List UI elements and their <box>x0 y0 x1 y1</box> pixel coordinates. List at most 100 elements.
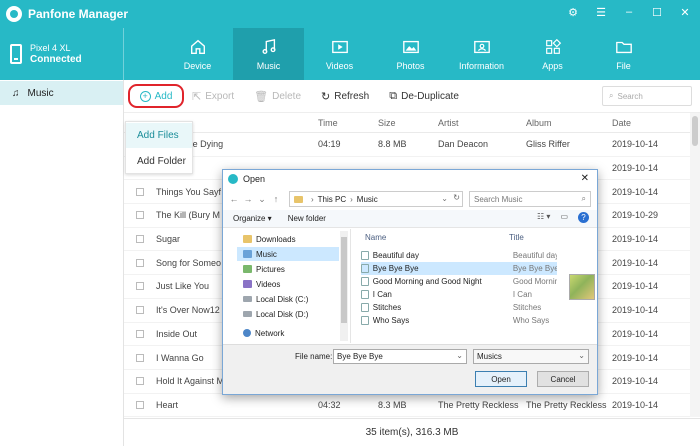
file-name: Bye Bye Bye <box>372 264 419 273</box>
cell-date: 2019-10-14 <box>612 305 659 316</box>
breadcrumb-this-pc[interactable]: This PC <box>318 195 346 204</box>
header-album[interactable]: Album <box>526 118 612 128</box>
tree-item[interactable]: Local Disk (C:) <box>243 292 343 306</box>
tree-item[interactable]: Network <box>243 326 343 340</box>
open-button[interactable]: Open <box>475 371 527 387</box>
tree-scrollbar-thumb[interactable] <box>341 237 347 323</box>
de-duplicate-button[interactable]: ⧉ De-Duplicate <box>389 90 459 103</box>
row-checkbox[interactable] <box>136 400 144 409</box>
row-checkbox[interactable] <box>136 306 144 315</box>
search-input[interactable]: ⌕ Search <box>602 86 692 106</box>
menu-icon[interactable]: ☰ <box>594 6 608 19</box>
disk-icon <box>243 296 252 302</box>
cell-date: 2019-10-14 <box>612 139 659 150</box>
file-name-input[interactable]: Bye Bye Bye ⌄ <box>333 349 467 364</box>
file-name-value: Bye Bye Bye <box>337 352 383 361</box>
tree-item[interactable]: Videos <box>243 277 343 291</box>
refresh-button[interactable]: ↻ Refresh <box>321 90 369 103</box>
maximize-icon[interactable]: ☐ <box>650 6 664 19</box>
forward-arrow-icon[interactable]: → <box>241 194 255 204</box>
sidebar-item-music[interactable]: ♫ Music <box>0 81 123 105</box>
cell-size: 8.8 MB <box>378 139 407 150</box>
back-arrow-icon[interactable]: ← <box>227 194 241 204</box>
row-checkbox[interactable] <box>136 282 144 291</box>
table-row[interactable]: Heart 04:32 8.3 MB The Pretty Reckless The P… <box>124 394 690 418</box>
album-art-preview <box>569 274 595 300</box>
close-icon[interactable]: ✕ <box>678 6 692 19</box>
tab-file[interactable]: File <box>588 28 659 80</box>
tab-device[interactable]: Device <box>162 28 233 80</box>
path-separator: › <box>311 194 314 204</box>
refresh-label: Refresh <box>334 90 370 102</box>
tab-music[interactable]: Music <box>233 28 304 80</box>
row-checkbox[interactable] <box>136 235 144 244</box>
delete-button[interactable]: 🗑 Delete <box>254 90 301 103</box>
device-selector[interactable]: Pixel 4 XL Connected <box>0 28 124 80</box>
row-checkbox[interactable] <box>136 258 144 267</box>
export-icon: ⇱ <box>192 90 202 103</box>
file-row[interactable]: Beautiful day Beautiful day <box>361 249 557 262</box>
dialog-search-input[interactable]: Search Music ⌕ <box>469 191 591 207</box>
tree-item[interactable]: Local Disk (D:) <box>243 307 343 321</box>
chevron-down-icon[interactable]: ⌄ <box>456 351 463 360</box>
column-name[interactable]: Name <box>365 233 386 242</box>
file-type-select[interactable]: Musics ⌄ <box>473 349 589 364</box>
tree-item-label: Music <box>256 249 277 259</box>
dialog-navigation: ← → ⌄ ↑ › This PC › Music ⌄ ↻ Search Mus… <box>223 189 597 209</box>
menu-item-add-folder[interactable]: Add Folder <box>126 149 192 174</box>
tree-item[interactable]: Music <box>237 247 339 261</box>
row-checkbox[interactable] <box>136 353 144 362</box>
column-title[interactable]: Title <box>509 233 524 242</box>
refresh-icon[interactable]: ↻ <box>453 193 460 202</box>
search-icon: ⌕ <box>581 194 586 203</box>
header-date[interactable]: Date <box>612 118 690 128</box>
file-name-label: File name: <box>295 352 333 361</box>
file-row[interactable]: I Can I Can <box>361 288 557 301</box>
tree-item[interactable]: Downloads <box>243 232 343 246</box>
add-label: Add <box>154 90 173 102</box>
table-row[interactable]: Was Done Dying04:198.8 MBDan DeaconGliss… <box>124 133 690 157</box>
file-row[interactable]: Good Morning and Good Night Good Morning <box>361 275 557 288</box>
header-artist[interactable]: Artist <box>438 118 526 128</box>
file-row[interactable]: Bye Bye Bye Bye Bye Bye <box>361 262 557 275</box>
chevron-down-icon[interactable]: ⌄ <box>441 194 448 203</box>
folder-icon <box>243 235 252 243</box>
tab-label: Device <box>183 60 212 71</box>
settings-icon[interactable]: ⚙ <box>566 6 580 19</box>
header-size[interactable]: Size <box>378 118 438 128</box>
file-row[interactable]: Who Says Who Says <box>361 314 557 327</box>
up-arrow-icon[interactable]: ↑ <box>269 194 283 204</box>
file-row[interactable]: Stitches Stitches <box>361 301 557 314</box>
row-checkbox[interactable] <box>136 377 144 386</box>
row-checkbox[interactable] <box>136 211 144 220</box>
music-note-icon <box>261 38 276 54</box>
new-folder-button[interactable]: New folder <box>288 214 326 223</box>
help-icon[interactable]: ? <box>578 212 589 223</box>
breadcrumb-music[interactable]: Music <box>357 195 378 204</box>
tab-apps[interactable]: Apps <box>517 28 588 80</box>
file-title: Beautiful day <box>512 251 557 260</box>
header-time[interactable]: Time <box>318 118 378 128</box>
table-scrollbar-thumb[interactable] <box>692 116 698 146</box>
tab-photos[interactable]: Photos <box>375 28 446 80</box>
minimize-icon[interactable]: – <box>622 6 636 19</box>
address-bar[interactable]: › This PC › Music ⌄ ↻ <box>289 191 463 207</box>
audio-file-icon <box>361 290 369 299</box>
tree-item[interactable]: Pictures <box>243 262 343 276</box>
audio-file-icon <box>361 316 369 325</box>
table-scrollbar[interactable] <box>690 113 700 417</box>
organize-button[interactable]: Organize ▾ <box>233 214 272 223</box>
row-checkbox[interactable] <box>136 187 144 196</box>
chevron-down-icon[interactable]: ⌄ <box>255 194 269 205</box>
export-button[interactable]: ⇱ Export <box>192 90 234 103</box>
close-icon[interactable]: ✕ <box>581 173 589 184</box>
preview-pane-icon[interactable]: ▭ <box>560 212 568 223</box>
tab-information[interactable]: Information <box>446 28 517 80</box>
add-button[interactable]: + Add <box>128 84 184 108</box>
view-options-icon[interactable]: ☷ ▾ <box>537 212 550 223</box>
dialog-search-placeholder: Search Music <box>474 194 523 204</box>
menu-item-add-files[interactable]: Add Files <box>126 123 192 148</box>
row-checkbox[interactable] <box>136 329 144 338</box>
cancel-button[interactable]: Cancel <box>537 371 589 387</box>
tab-videos[interactable]: Videos <box>304 28 375 80</box>
